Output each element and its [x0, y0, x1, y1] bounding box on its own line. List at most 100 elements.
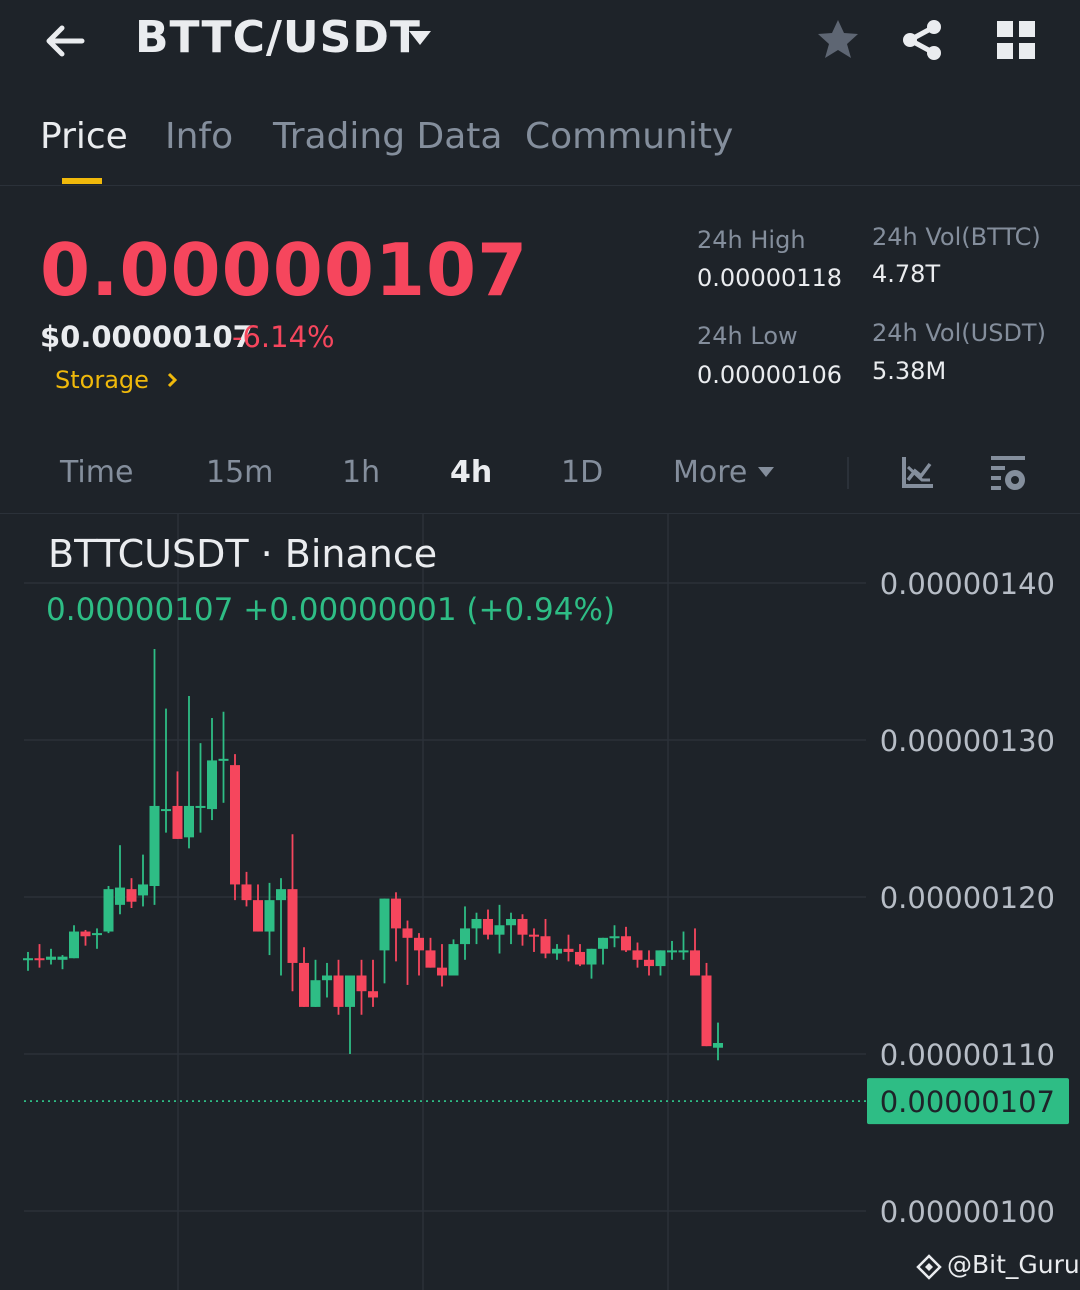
candle-body — [92, 933, 102, 936]
tab-info[interactable]: Info — [165, 116, 233, 157]
candle-body — [517, 918, 528, 935]
chart-ohlc-legend: 0.00000107 +0.00000001 (+0.94%) — [46, 592, 616, 628]
candle-body — [678, 950, 689, 953]
usd-price: $0.00000107 — [40, 320, 253, 354]
candle-body — [287, 889, 298, 963]
candle-body — [172, 805, 183, 839]
back-arrow-icon[interactable] — [40, 16, 90, 66]
low-value: 0.00000106 — [697, 361, 843, 389]
candle-body — [540, 936, 551, 954]
interval-15m[interactable]: 15m — [206, 455, 273, 490]
candle-body — [161, 809, 171, 812]
chart-symbol-label: BTTCUSDT · Binance — [48, 532, 438, 576]
candle-body — [230, 765, 240, 885]
candle-body — [552, 948, 562, 954]
candle-body — [34, 958, 45, 961]
candle-body — [655, 950, 666, 967]
y-tick-label: 0.00000120 — [880, 881, 1055, 915]
vol-quote-label: 24h Vol(USDT) — [872, 319, 1046, 347]
candle-body — [241, 884, 252, 901]
candle-body — [115, 887, 125, 905]
candlestick-chart[interactable]: 0.00000140 0.00000130 0.00000120 0.00000110… — [0, 514, 1080, 1290]
candle-body — [448, 944, 459, 976]
binance-logo-icon — [916, 1254, 942, 1280]
pair-title[interactable]: BTTC/USDT — [135, 12, 421, 63]
vol-quote-value: 5.38M — [872, 357, 947, 385]
active-tab-indicator — [62, 178, 102, 184]
candle-body — [299, 962, 309, 1007]
candle-body — [264, 900, 275, 932]
candle-body — [322, 975, 332, 981]
candle-body — [575, 951, 585, 965]
candle-body — [460, 928, 470, 945]
candle-body — [425, 950, 436, 968]
candle-body — [506, 918, 516, 926]
interval-more[interactable]: More — [673, 455, 747, 490]
candle-body — [483, 918, 493, 935]
candle-body — [310, 980, 321, 1007]
candle-body — [368, 991, 378, 998]
candle-body — [701, 975, 712, 1047]
watermark-handle: @Bit_Guru — [947, 1250, 1080, 1279]
candle-body — [414, 937, 424, 951]
candle-body — [632, 950, 643, 960]
candle-body — [149, 805, 160, 887]
candle-body — [23, 958, 33, 961]
star-icon[interactable] — [814, 16, 862, 64]
candle-body — [644, 959, 654, 967]
candle-body — [402, 928, 413, 938]
interval-1h[interactable]: 1h — [342, 455, 380, 490]
candle-body — [103, 889, 114, 932]
candle-body — [379, 898, 390, 951]
y-tick-label: 0.00000140 — [880, 567, 1055, 601]
current-price-label: 0.00000107 — [880, 1085, 1055, 1119]
candle-body — [195, 805, 206, 808]
candle-body — [437, 967, 447, 976]
candle-body — [563, 948, 574, 952]
candle-body — [184, 805, 194, 838]
caret-down-icon[interactable] — [757, 465, 775, 479]
interval-time[interactable]: Time — [60, 455, 133, 490]
candle-body — [609, 936, 620, 939]
candle-body — [333, 975, 344, 1007]
high-label: 24h High — [697, 226, 806, 254]
candle-body — [46, 956, 56, 960]
candle-body — [126, 889, 137, 902]
candle-body — [690, 950, 700, 976]
high-value: 0.00000118 — [697, 264, 843, 292]
candle-body — [713, 1043, 723, 1048]
tab-community[interactable]: Community — [525, 116, 733, 157]
candle-body — [494, 925, 505, 935]
candle-body — [356, 975, 367, 992]
grid-icon[interactable] — [992, 16, 1040, 64]
candle-body — [207, 760, 217, 810]
candle-body — [598, 937, 608, 949]
vol-base-value: 4.78T — [872, 260, 941, 288]
interval-1d[interactable]: 1D — [561, 455, 603, 490]
share-icon[interactable] — [898, 16, 946, 64]
chevron-right-icon[interactable] — [163, 370, 181, 390]
last-price: 0.00000107 — [40, 228, 529, 312]
candle-body — [345, 975, 355, 1007]
candle-body — [57, 956, 68, 960]
chart-settings-icon[interactable] — [988, 452, 1030, 494]
candle-body — [80, 931, 91, 937]
price-change-percent: -6.14% — [232, 320, 335, 354]
low-label: 24h Low — [697, 322, 798, 350]
interval-4h[interactable]: 4h — [450, 455, 492, 490]
toolbar-separator — [847, 457, 849, 489]
tabs-divider — [0, 185, 1080, 186]
candle-body — [586, 948, 597, 965]
candle-body — [621, 936, 631, 951]
indicator-icon[interactable] — [900, 454, 936, 490]
y-tick-label: 0.00000100 — [880, 1195, 1055, 1229]
candle-body — [471, 918, 482, 929]
candle-body — [667, 950, 677, 953]
tab-price[interactable]: Price — [40, 116, 128, 157]
caret-down-icon[interactable] — [407, 28, 433, 48]
storage-link[interactable]: Storage — [55, 366, 149, 394]
tab-trading-data[interactable]: Trading Data — [273, 116, 502, 157]
candle-body — [391, 898, 401, 929]
y-tick-label: 0.00000130 — [880, 724, 1055, 758]
y-tick-label: 0.00000110 — [880, 1038, 1055, 1072]
